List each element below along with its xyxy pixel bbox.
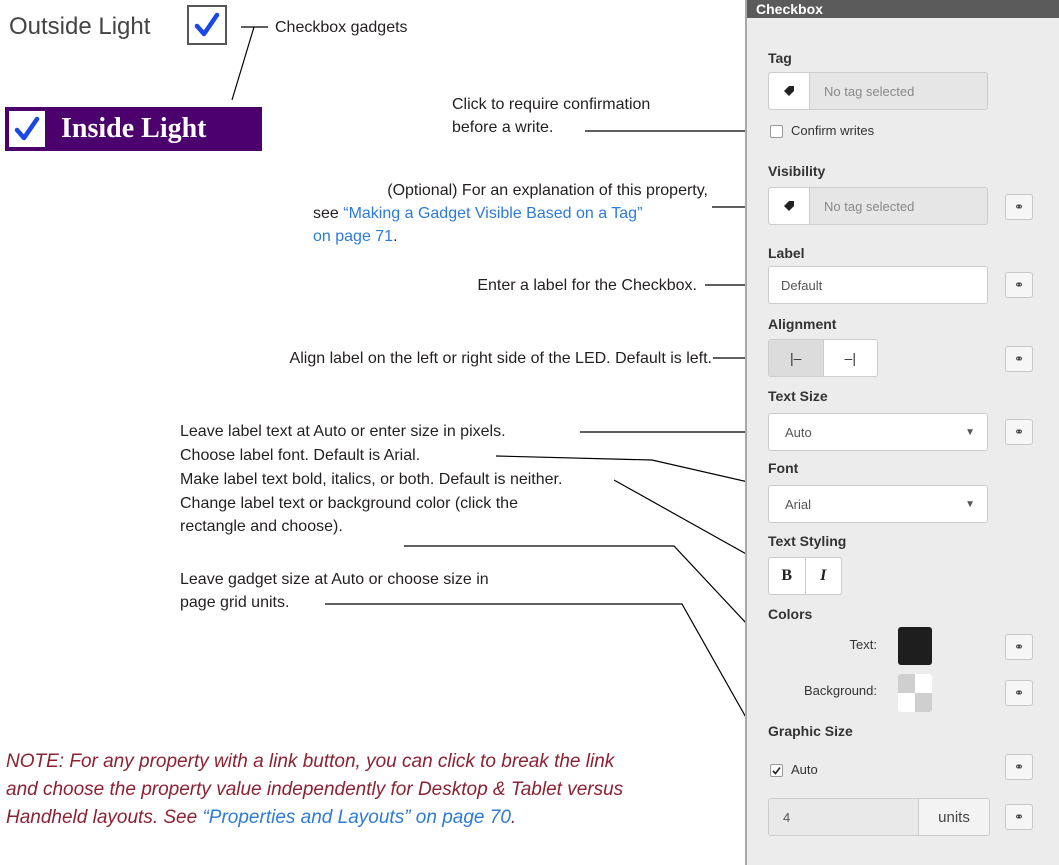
text-size-value: Auto bbox=[785, 424, 812, 440]
tag-icon bbox=[784, 201, 794, 211]
text-color-swatch[interactable] bbox=[898, 627, 932, 665]
background-color-swatch[interactable] bbox=[898, 674, 932, 712]
leader-checkbox-gadgets bbox=[231, 26, 268, 101]
text-styling-group: B I bbox=[768, 557, 842, 595]
link-icon: ⚭ bbox=[1013, 810, 1025, 824]
transparency-checker bbox=[898, 674, 915, 693]
link-icon: ⚭ bbox=[1013, 640, 1025, 654]
label-property-label: Label bbox=[768, 245, 805, 261]
label-input[interactable]: Default bbox=[768, 266, 988, 304]
text-color-link-button[interactable]: ⚭ bbox=[1005, 634, 1033, 660]
text-color-label: Text: bbox=[849, 637, 877, 652]
visibility-placeholder: No tag selected bbox=[824, 198, 915, 214]
tag-placeholder: No tag selected bbox=[824, 83, 915, 99]
link-icon: ⚭ bbox=[1013, 278, 1025, 292]
align-left-button[interactable]: |– bbox=[769, 340, 824, 376]
alignment-toggle-group: |– –| bbox=[768, 339, 878, 377]
graphic-units-field: 4 units bbox=[768, 798, 990, 836]
bold-button[interactable]: B bbox=[769, 558, 806, 594]
confirm-writes-checkbox[interactable] bbox=[770, 125, 783, 138]
alignment-label: Alignment bbox=[768, 316, 837, 332]
align-right-button[interactable]: –| bbox=[823, 340, 877, 376]
text-styling-label: Text Styling bbox=[768, 533, 847, 549]
graphic-size-link-button[interactable]: ⚭ bbox=[1005, 754, 1033, 780]
check-icon bbox=[772, 767, 781, 775]
chevron-down-icon: ▼ bbox=[965, 498, 975, 510]
leader-graphic bbox=[325, 603, 771, 761]
alignment-link-button[interactable]: ⚭ bbox=[1005, 346, 1033, 372]
link-icon: ⚭ bbox=[1013, 200, 1025, 214]
units-link-button[interactable]: ⚭ bbox=[1005, 804, 1033, 830]
checkbox-properties-panel: Checkbox Tag No tag selected Confirm wri… bbox=[745, 0, 1059, 865]
panel-title: Checkbox bbox=[747, 0, 1059, 18]
units-addon: units bbox=[919, 799, 989, 835]
italic-button[interactable]: I bbox=[806, 558, 842, 594]
units-input[interactable]: 4 bbox=[769, 799, 919, 835]
graphic-size-label: Graphic Size bbox=[768, 723, 853, 739]
link-icon: ⚭ bbox=[1013, 352, 1025, 366]
font-value: Arial bbox=[785, 496, 812, 512]
text-size-link-button[interactable]: ⚭ bbox=[1005, 419, 1033, 445]
visibility-tag-picker-button[interactable] bbox=[769, 188, 810, 224]
font-select[interactable]: Arial ▼ bbox=[768, 485, 988, 523]
chevron-down-icon: ▼ bbox=[965, 426, 975, 438]
tag-label: Tag bbox=[768, 50, 792, 66]
leader-text-styling bbox=[613, 479, 758, 561]
graphic-auto-checkbox[interactable] bbox=[770, 764, 783, 777]
leader-colors bbox=[404, 545, 791, 671]
tag-picker-button[interactable] bbox=[769, 73, 810, 109]
tag-selector[interactable]: No tag selected bbox=[768, 72, 988, 110]
background-color-label: Background: bbox=[804, 683, 877, 698]
label-link-button[interactable]: ⚭ bbox=[1005, 272, 1033, 298]
link-icon: ⚭ bbox=[1013, 760, 1025, 774]
tag-icon bbox=[784, 86, 794, 96]
colors-label: Colors bbox=[768, 606, 813, 622]
transparency-checker bbox=[915, 693, 932, 712]
confirm-writes-label: Confirm writes bbox=[791, 123, 875, 138]
text-size-select[interactable]: Auto ▼ bbox=[768, 413, 988, 451]
leader-font bbox=[495, 455, 771, 488]
font-label: Font bbox=[768, 460, 799, 476]
link-icon: ⚭ bbox=[1013, 425, 1025, 439]
visibility-label: Visibility bbox=[768, 163, 826, 179]
graphic-auto-label: Auto bbox=[791, 762, 818, 777]
visibility-link-button[interactable]: ⚭ bbox=[1005, 194, 1033, 220]
background-color-link-button[interactable]: ⚭ bbox=[1005, 680, 1033, 706]
text-size-label: Text Size bbox=[768, 388, 828, 404]
visibility-tag-selector[interactable]: No tag selected bbox=[768, 187, 988, 225]
link-icon: ⚭ bbox=[1013, 686, 1025, 700]
